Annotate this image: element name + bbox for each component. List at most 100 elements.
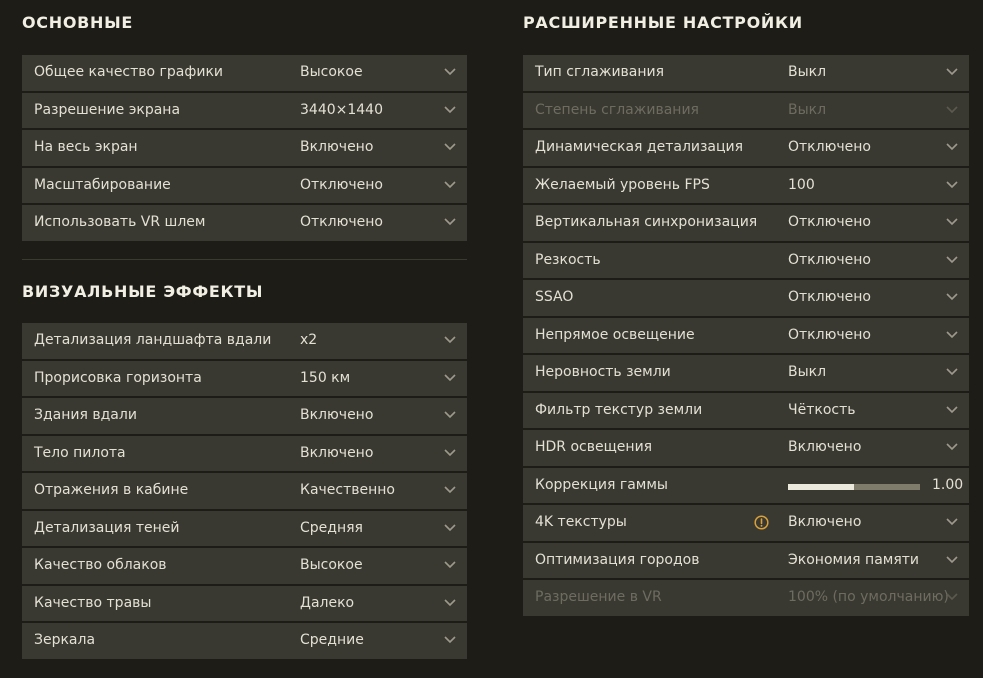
setting-row-fullscreen[interactable]: На весь экран Включено bbox=[22, 130, 467, 166]
chevron-down-icon bbox=[945, 592, 959, 602]
setting-value: Отключено bbox=[788, 139, 871, 155]
setting-value: Средняя bbox=[300, 519, 363, 536]
chevron-down-icon bbox=[443, 142, 457, 152]
gamma-slider-fill bbox=[788, 483, 854, 490]
setting-label: Здания вдали bbox=[34, 407, 137, 423]
setting-label: Тип сглаживания bbox=[535, 64, 665, 80]
chevron-down-icon bbox=[443, 335, 457, 345]
setting-value: Средние bbox=[300, 632, 364, 648]
chevron-down-icon bbox=[945, 67, 959, 77]
setting-label: Вертикальная синхронизация bbox=[535, 214, 758, 230]
setting-row-ground-texture-filter[interactable]: Фильтр текстур земли Чёткость bbox=[523, 392, 969, 428]
setting-row-target-fps[interactable]: Желаемый уровень FPS 100 bbox=[523, 167, 969, 203]
setting-row-indirect-lighting[interactable]: Непрямое освещение Отключено bbox=[523, 317, 969, 353]
setting-label: Разрешение экрана bbox=[34, 101, 181, 118]
setting-value: Отключено bbox=[788, 251, 871, 268]
setting-value: Включено bbox=[788, 439, 862, 455]
setting-row-ssao[interactable]: SSAO Отключено bbox=[523, 280, 969, 316]
chevron-down-icon bbox=[945, 217, 959, 227]
setting-value: Высокое bbox=[300, 557, 363, 573]
setting-label: Использовать VR шлем bbox=[34, 214, 206, 230]
setting-row-vr-headset[interactable]: Использовать VR шлем Отключено bbox=[22, 205, 467, 241]
setting-row-pilot-body[interactable]: Тело пилота Включено bbox=[22, 435, 467, 471]
chevron-down-icon bbox=[945, 180, 959, 190]
setting-value: Включено bbox=[300, 139, 374, 155]
setting-row-terrain-detail[interactable]: Детализация ландшафта вдали x2 bbox=[22, 323, 467, 359]
setting-label: Масштабирование bbox=[34, 176, 171, 193]
setting-value: 3440×1440 bbox=[300, 101, 383, 118]
setting-row-scaling[interactable]: Масштабирование Отключено bbox=[22, 167, 467, 203]
setting-row-4k-textures[interactable]: 4K текстуры Включено bbox=[523, 505, 969, 541]
chevron-down-icon bbox=[945, 405, 959, 415]
setting-label: Степень сглаживания bbox=[535, 101, 699, 118]
setting-value: Выкл bbox=[788, 101, 827, 118]
chevron-down-icon bbox=[443, 598, 457, 608]
setting-row-shadow-detail[interactable]: Детализация теней Средняя bbox=[22, 510, 467, 546]
chevron-down-icon bbox=[945, 255, 959, 265]
setting-label: Детализация теней bbox=[34, 519, 180, 536]
chevron-down-icon bbox=[443, 485, 457, 495]
chevron-down-icon bbox=[443, 180, 457, 190]
setting-row-city-optimization[interactable]: Оптимизация городов Экономия памяти bbox=[523, 542, 969, 578]
setting-label: Отражения в кабине bbox=[34, 482, 189, 498]
setting-label: HDR освещения bbox=[535, 439, 653, 455]
visual-effects-panel: Детализация ландшафта вдали x2 Прорисовк… bbox=[22, 323, 467, 661]
setting-label: Желаемый уровень FPS bbox=[535, 176, 710, 193]
warning-icon[interactable] bbox=[754, 515, 769, 530]
chevron-down-icon bbox=[945, 105, 959, 115]
setting-row-cockpit-reflections[interactable]: Отражения в кабине Качественно bbox=[22, 473, 467, 509]
chevron-down-icon bbox=[945, 555, 959, 565]
section-title-visual: ВИЗУАЛЬНЫЕ ЭФФЕКТЫ bbox=[22, 282, 264, 301]
setting-row-distant-buildings[interactable]: Здания вдали Включено bbox=[22, 398, 467, 434]
gamma-value: 1.00 bbox=[932, 476, 964, 493]
setting-label: Качество травы bbox=[34, 594, 152, 611]
setting-row-hdr-lighting[interactable]: HDR освещения Включено bbox=[523, 430, 969, 466]
chevron-down-icon bbox=[443, 523, 457, 533]
chevron-down-icon bbox=[443, 560, 457, 570]
setting-row-mirrors[interactable]: Зеркала Средние bbox=[22, 623, 467, 659]
setting-row-graphics-quality[interactable]: Общее качество графики Высокое bbox=[22, 55, 467, 91]
setting-row-horizon-distance[interactable]: Прорисовка горизонта 150 км bbox=[22, 360, 467, 396]
section-title-basic: ОСНОВНЫЕ bbox=[22, 13, 134, 32]
chevron-down-icon bbox=[945, 292, 959, 302]
chevron-down-icon bbox=[443, 410, 457, 420]
setting-row-ground-roughness[interactable]: Неровность земли Выкл bbox=[523, 355, 969, 391]
setting-value: Включено bbox=[300, 444, 374, 461]
setting-row-vsync[interactable]: Вертикальная синхронизация Отключено bbox=[523, 205, 969, 241]
setting-row-antialiasing-level: Степень сглаживания Выкл bbox=[523, 92, 969, 128]
setting-row-sharpness[interactable]: Резкость Отключено bbox=[523, 242, 969, 278]
gamma-slider[interactable] bbox=[788, 483, 920, 490]
setting-label: Оптимизация городов bbox=[535, 551, 700, 568]
chevron-down-icon bbox=[945, 142, 959, 152]
chevron-down-icon bbox=[945, 367, 959, 377]
setting-label: Коррекция гаммы bbox=[535, 476, 668, 493]
setting-value: Отключено bbox=[788, 326, 871, 343]
setting-label: Зеркала bbox=[34, 632, 96, 648]
setting-value: Включено bbox=[788, 514, 862, 530]
chevron-down-icon bbox=[945, 517, 959, 527]
setting-value: 100% (по умолчанию) bbox=[788, 589, 949, 605]
setting-label: Тело пилота bbox=[34, 444, 126, 461]
setting-row-antialiasing-type[interactable]: Тип сглаживания Выкл bbox=[523, 55, 969, 91]
setting-label: На весь экран bbox=[34, 139, 138, 155]
setting-value: Чёткость bbox=[788, 401, 856, 418]
setting-value: Выкл bbox=[788, 364, 827, 380]
setting-value: Далеко bbox=[300, 594, 355, 611]
setting-row-grass-quality[interactable]: Качество травы Далеко bbox=[22, 585, 467, 621]
section-divider bbox=[22, 259, 467, 260]
setting-label: Динамическая детализация bbox=[535, 139, 744, 155]
setting-value: Включено bbox=[300, 407, 374, 423]
setting-label: Резкость bbox=[535, 251, 601, 268]
setting-row-gamma-correction: Коррекция гаммы 1.00 bbox=[523, 467, 969, 503]
setting-row-cloud-quality[interactable]: Качество облаков Высокое bbox=[22, 548, 467, 584]
chevron-down-icon bbox=[443, 448, 457, 458]
advanced-settings-panel: Тип сглаживания Выкл Степень сглаживания… bbox=[523, 55, 969, 618]
setting-row-dynamic-detail[interactable]: Динамическая детализация Отключено bbox=[523, 130, 969, 166]
chevron-down-icon bbox=[443, 105, 457, 115]
chevron-down-icon bbox=[443, 217, 457, 227]
setting-label: SSAO bbox=[535, 289, 574, 305]
basic-settings-panel: Общее качество графики Высокое Разрешени… bbox=[22, 55, 467, 243]
setting-value: Отключено bbox=[788, 214, 871, 230]
setting-row-screen-resolution[interactable]: Разрешение экрана 3440×1440 bbox=[22, 92, 467, 128]
setting-label: Общее качество графики bbox=[34, 64, 223, 80]
